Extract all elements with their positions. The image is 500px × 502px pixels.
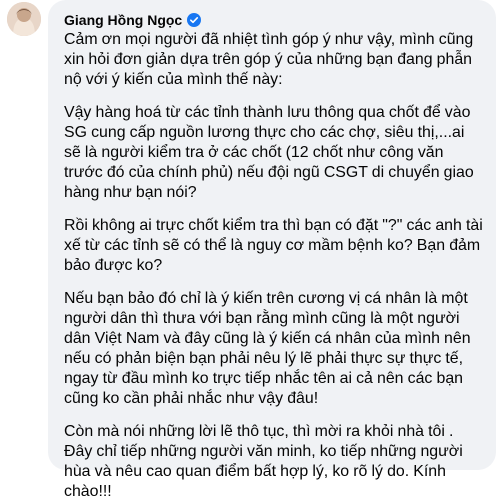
comment-paragraph: Nếu bạn bảo đó chỉ là ý kiến trên cương …: [64, 290, 471, 407]
comment-header: Giang Hồng Ngọc: [64, 10, 484, 30]
avatar-photo: [7, 2, 41, 36]
comment-body: Cảm ơn mọi người đã nhiệt tình góp ý như…: [64, 30, 484, 502]
comment-paragraph: Còn mà nói những lời lẽ thô tục, thì mời…: [64, 423, 463, 500]
comment-bubble: Giang Hồng Ngọc Cảm ơn mọi người đã nhiệ…: [48, 0, 496, 500]
comment-paragraph: Cảm ơn mọi người đã nhiệt tình góp ý như…: [64, 31, 474, 88]
author-name[interactable]: Giang Hồng Ngọc: [64, 12, 182, 28]
comment-paragraph: Rồi không ai trực chốt kiểm tra thì bạn …: [64, 217, 483, 274]
avatar[interactable]: [7, 2, 41, 36]
comment-paragraph: Vậy hàng hoá từ các tỉnh thành lưu thông…: [64, 104, 474, 201]
verified-badge-icon: [187, 13, 202, 27]
